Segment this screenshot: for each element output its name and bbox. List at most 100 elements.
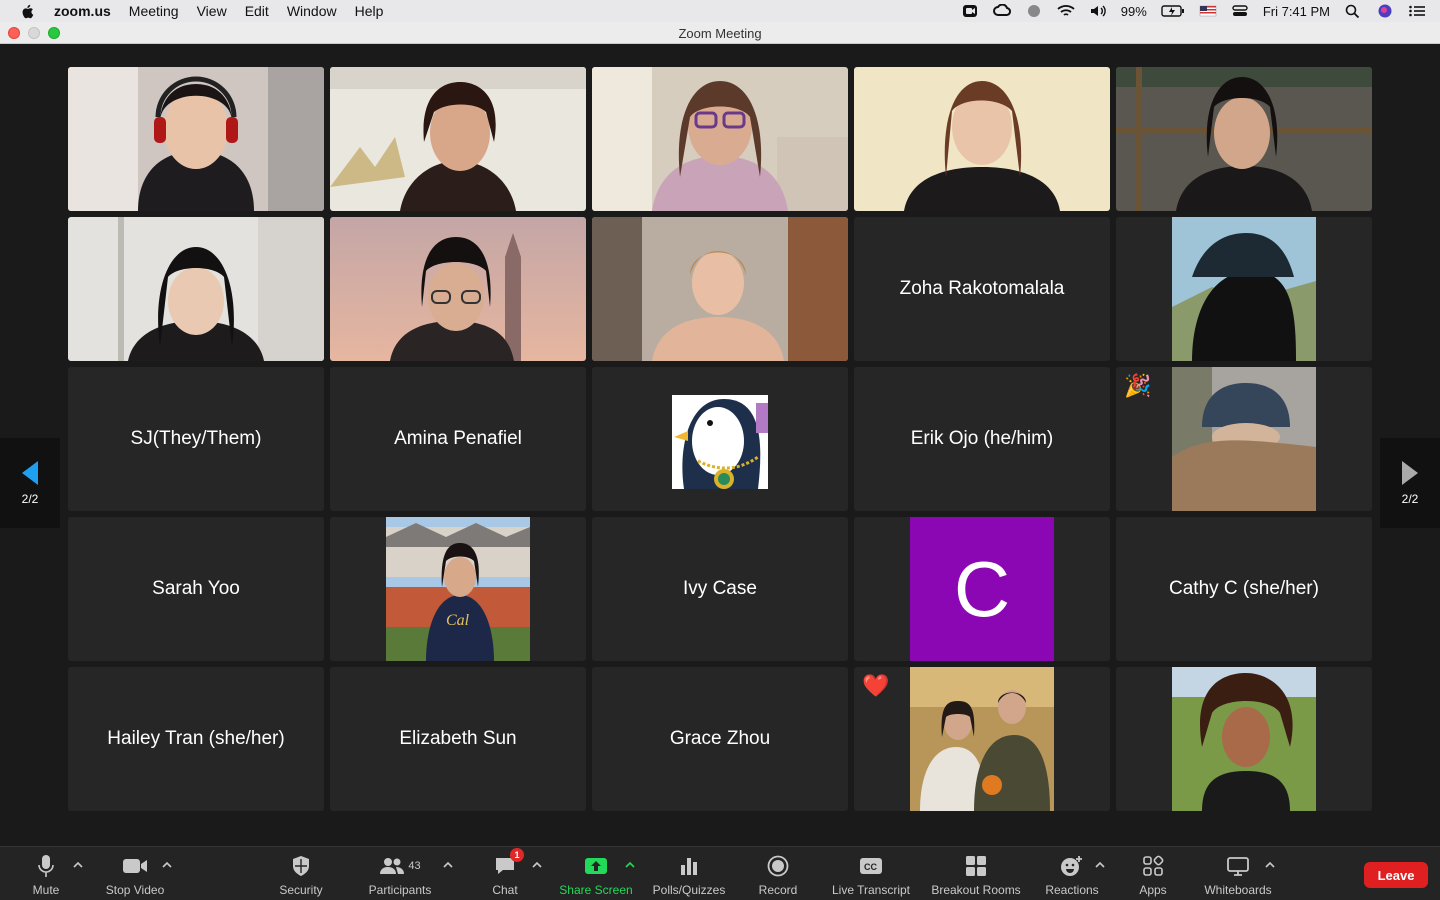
wifi-icon[interactable]: [1057, 4, 1075, 18]
video-options-chevron-icon[interactable]: [161, 859, 173, 871]
name-tile-amina[interactable]: Amina Penafiel: [330, 367, 586, 511]
video-tile-4[interactable]: [854, 67, 1110, 211]
previous-page-button[interactable]: 2/2: [0, 438, 60, 528]
profile-tile-couple[interactable]: ❤️: [854, 667, 1110, 811]
reactions-options-chevron-icon[interactable]: [1094, 859, 1106, 871]
globe-icon[interactable]: [1025, 4, 1043, 18]
share-options-chevron-icon[interactable]: [624, 859, 636, 871]
participant-video: [68, 217, 324, 361]
spotlight-search-icon[interactable]: [1344, 4, 1362, 18]
participant-video: [330, 67, 586, 211]
participant-name: Amina Penafiel: [394, 428, 522, 449]
video-tile-5[interactable]: [1116, 67, 1372, 211]
whiteboards-button[interactable]: Whiteboards: [1196, 851, 1280, 897]
whiteboards-options-chevron-icon[interactable]: [1264, 859, 1276, 871]
zoom-status-icon[interactable]: [961, 4, 979, 18]
reactions-button[interactable]: Reactions: [1040, 851, 1104, 897]
party-popper-reaction-icon: 🎉: [1124, 373, 1152, 398]
chat-unread-badge: 1: [510, 848, 524, 862]
video-tile-3[interactable]: [592, 67, 848, 211]
menu-meeting[interactable]: Meeting: [129, 3, 179, 19]
security-label: Security: [279, 883, 323, 897]
audio-options-chevron-icon[interactable]: [72, 859, 84, 871]
participants-button[interactable]: 43 Participants: [362, 851, 438, 897]
participant-video: [592, 67, 848, 211]
participant-name: Cathy C (she/her): [1169, 578, 1319, 599]
mute-button[interactable]: Mute: [26, 851, 66, 897]
profile-tile-dirt[interactable]: 🎉: [1116, 367, 1372, 511]
profile-tile-curly-hair[interactable]: [1116, 667, 1372, 811]
menu-edit[interactable]: Edit: [245, 3, 269, 19]
menu-help[interactable]: Help: [355, 3, 384, 19]
polls-button[interactable]: Polls/Quizzes: [648, 851, 730, 897]
us-flag-icon[interactable]: [1199, 4, 1217, 18]
battery-charging-icon[interactable]: [1161, 4, 1185, 18]
profile-tile-bucket-hat[interactable]: [1116, 217, 1372, 361]
video-tile-8[interactable]: [592, 217, 848, 361]
participants-options-chevron-icon[interactable]: [442, 859, 454, 871]
avatar-tile-c[interactable]: C: [854, 517, 1110, 661]
polls-label: Polls/Quizzes: [652, 883, 726, 897]
profile-picture: [910, 667, 1054, 811]
creative-cloud-icon[interactable]: [992, 4, 1011, 18]
apps-label: Apps: [1139, 883, 1167, 897]
name-tile-sarah[interactable]: Sarah Yoo: [68, 517, 324, 661]
name-tile-grace[interactable]: Grace Zhou: [592, 667, 848, 811]
profile-picture: Cal: [386, 517, 530, 661]
name-tile-sj[interactable]: SJ(They/Them): [68, 367, 324, 511]
participants-icon: [380, 858, 405, 874]
microphone-icon: [38, 855, 54, 877]
chat-button[interactable]: 1 Chat: [486, 848, 524, 897]
video-tile-2[interactable]: [330, 67, 586, 211]
reactions-label: Reactions: [1045, 883, 1099, 897]
svg-text:CC: CC: [864, 862, 877, 872]
record-button[interactable]: Record: [754, 851, 802, 897]
next-page-button[interactable]: 2/2: [1380, 438, 1440, 528]
control-center-icon[interactable]: [1231, 4, 1249, 18]
share-screen-label: Share Screen: [559, 883, 633, 897]
live-transcript-button[interactable]: CC Live Transcript: [826, 851, 916, 897]
menu-window[interactable]: Window: [287, 3, 337, 19]
chat-label: Chat: [492, 883, 518, 897]
name-tile-ivy[interactable]: Ivy Case: [592, 517, 848, 661]
svg-text:Cal: Cal: [446, 612, 470, 629]
participant-name: Elizabeth Sun: [399, 728, 517, 749]
leave-meeting-button[interactable]: Leave: [1364, 862, 1428, 888]
profile-tile-penguin[interactable]: [592, 367, 848, 511]
apps-button[interactable]: Apps: [1134, 851, 1172, 897]
clock[interactable]: Fri 7:41 PM: [1263, 4, 1330, 19]
battery-percent: 99%: [1120, 3, 1147, 19]
arrow-left-icon: [22, 461, 38, 485]
name-tile-zoha[interactable]: Zoha Rakotomalala: [854, 217, 1110, 361]
participant-name: Hailey Tran (she/her): [107, 728, 285, 749]
name-tile-hailey[interactable]: Hailey Tran (she/her): [68, 667, 324, 811]
name-tile-elizabeth[interactable]: Elizabeth Sun: [330, 667, 586, 811]
menu-view[interactable]: View: [197, 3, 227, 19]
menu-bar: zoom.us Meeting View Edit Window Help 99…: [0, 0, 1440, 22]
video-tile-6[interactable]: [68, 217, 324, 361]
participant-name: Zoha Rakotomalala: [899, 278, 1065, 299]
stop-video-button[interactable]: Stop Video: [100, 851, 170, 897]
chat-options-chevron-icon[interactable]: [531, 859, 543, 871]
profile-picture: [648, 367, 792, 511]
participants-count: 43: [408, 860, 421, 872]
participant-name: Sarah Yoo: [152, 578, 240, 599]
meeting-controls-toolbar: Mute Stop Video Security 43 Participants…: [0, 846, 1440, 900]
menu-app-name[interactable]: zoom.us: [54, 3, 111, 19]
name-tile-erik[interactable]: Erik Ojo (he/him): [854, 367, 1110, 511]
notification-center-icon[interactable]: [1408, 4, 1426, 18]
profile-picture: [1172, 217, 1316, 361]
video-camera-icon: [123, 859, 147, 873]
video-tile-7[interactable]: [330, 217, 586, 361]
participant-video: [330, 217, 586, 361]
volume-icon[interactable]: [1089, 4, 1107, 18]
participant-video: [1116, 67, 1372, 211]
breakout-rooms-button[interactable]: Breakout Rooms: [926, 851, 1026, 897]
profile-tile-cal-hoodie[interactable]: Cal: [330, 517, 586, 661]
apple-logo-icon[interactable]: [18, 2, 36, 20]
share-screen-button[interactable]: Share Screen: [556, 851, 636, 897]
name-tile-cathy[interactable]: Cathy C (she/her): [1116, 517, 1372, 661]
video-tile-1[interactable]: [68, 67, 324, 211]
security-button[interactable]: Security: [274, 851, 328, 897]
siri-icon[interactable]: [1376, 4, 1394, 18]
